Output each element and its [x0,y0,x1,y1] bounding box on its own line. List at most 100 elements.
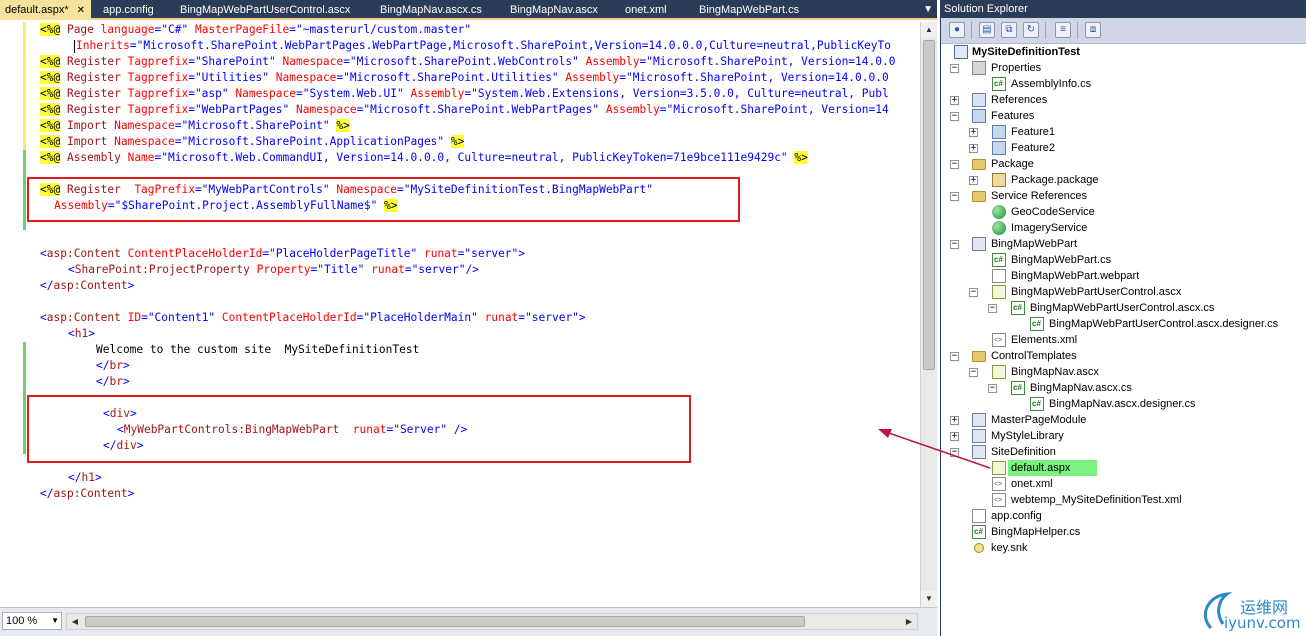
solution-explorer-title: Solution Explorer [941,0,1306,18]
csharp-file-icon [992,76,1006,92]
tree-node-bingmapnav-ascx[interactable]: − BingMapNav.ascx [941,364,1306,380]
expand-icon[interactable]: + [950,432,959,441]
tab-label: default.aspx* [5,4,69,16]
tree-node-key-snk[interactable]: key.snk [941,540,1306,556]
tree-node-bingmapwebpart-cs[interactable]: BingMapWebPart.cs [941,252,1306,268]
tree-node-bingmapwebpart[interactable]: − BingMapWebPart [941,236,1306,252]
csharp-file-icon [992,252,1006,268]
expand-icon[interactable]: + [950,96,959,105]
collapse-icon[interactable]: − [988,304,997,313]
scroll-right-icon[interactable]: ▶ [901,614,917,629]
tree-node-mystylelibrary[interactable]: + MyStyleLibrary [941,428,1306,444]
tree-node-geocodeservice[interactable]: GeoCodeService [941,204,1306,220]
code-line: <%@ Page language="C#" MasterPageFile="~… [40,23,472,36]
code-line: </br> [96,375,130,388]
collapse-icon[interactable]: − [969,288,978,297]
collapse-icon[interactable]: − [950,192,959,201]
tree-node-features[interactable]: − Features [941,108,1306,124]
code-line: <asp:Content ID="Content1" ContentPlaceH… [40,311,586,324]
code-line: <h1> [68,327,95,340]
view-designer-icon[interactable]: ⧈ [1085,22,1101,38]
tree-node-bingmapnav-designer-cs[interactable]: BingMapNav.ascx.designer.cs [941,396,1306,412]
tree-node-usercontrol-ascx-cs[interactable]: − BingMapWebPartUserControl.ascx.cs [941,300,1306,316]
chevron-down-icon[interactable]: ▼ [51,613,59,629]
tree-node-properties[interactable]: − Properties [941,60,1306,76]
collapse-icon[interactable]: − [950,112,959,121]
tree-node-references[interactable]: + References [941,92,1306,108]
ascx-file-icon [992,365,1006,379]
scroll-left-icon[interactable]: ◀ [67,614,83,629]
tree-node-controltemplates[interactable]: − ControlTemplates [941,348,1306,364]
refresh-icon[interactable]: ↻ [1023,22,1039,38]
solution-explorer: Solution Explorer ● ▤ ⧉ ↻ ≡ ⧈ MySiteDefi… [940,0,1306,636]
zoom-select[interactable]: 100 % ▼ [2,612,62,630]
tree-node-elements-xml[interactable]: Elements.xml [941,332,1306,349]
tab-bingmapwebpartusercontrol-ascx[interactable]: BingMapWebPartUserControl.ascx [175,0,350,20]
tree-node-feature2[interactable]: + Feature2 [941,140,1306,156]
collapse-icon[interactable]: − [950,240,959,249]
code-line: <%@ Import Namespace="Microsoft.SharePoi… [40,135,465,148]
tree-node-service-references[interactable]: − Service References [941,188,1306,204]
tree-node-project[interactable]: MySiteDefinitionTest [941,44,1306,60]
tree-node-default-aspx[interactable]: default.aspx [941,460,1306,476]
horizontal-scrollbar[interactable]: ◀ ▶ [66,613,918,630]
collapse-icon[interactable]: − [950,160,959,169]
tree-node-package-package[interactable]: + Package.package [941,172,1306,188]
nest-files-icon[interactable]: ⧉ [1001,22,1017,38]
tree-node-sitedefinition[interactable]: − SiteDefinition [941,444,1306,460]
references-icon [972,93,986,107]
tree-node-bingmapwebpart-webpart[interactable]: BingMapWebPart.webpart [941,268,1306,284]
code-line: </h1> [68,471,102,484]
tree-node-bingmapnav-ascx-cs[interactable]: − BingMapNav.ascx.cs [941,380,1306,396]
scroll-thumb[interactable] [85,616,805,627]
code-line: <%@ Register Tagprefix="Utilities" Names… [40,71,889,84]
tab-bingmapnav-ascx[interactable]: BingMapNav.ascx [505,0,598,20]
zoom-value: 100 % [6,615,38,627]
code-text-area[interactable]: <%@ Page language="C#" MasterPageFile="~… [0,22,920,607]
collapse-icon[interactable]: − [950,352,959,361]
tab-bingmapwebpart-cs[interactable]: BingMapWebPart.cs [694,0,799,20]
collapse-icon[interactable]: − [950,448,959,457]
scroll-up-icon[interactable]: ▲ [921,22,937,38]
collapse-icon[interactable]: − [969,368,978,377]
code-editor[interactable]: default.aspx* ✕ app.config BingMapWebPart… [0,0,937,636]
expand-icon[interactable]: + [969,144,978,153]
key-icon [974,543,984,553]
tree-node-usercontrol-designer-cs[interactable]: BingMapWebPartUserControl.ascx.designer.… [941,316,1306,332]
tree-node-imageryservice[interactable]: ImageryService [941,220,1306,236]
tab-onet-xml[interactable]: onet.xml [620,0,667,20]
tree-node-package[interactable]: − Package [941,156,1306,172]
text-cursor [74,39,75,53]
view-code-icon[interactable]: ≡ [1055,22,1071,38]
expand-icon[interactable]: + [969,128,978,137]
close-icon[interactable]: ✕ [77,5,85,16]
code-line: <%@ Assembly Name="Microsoft.Web.Command… [40,151,808,164]
scroll-down-icon[interactable]: ▼ [921,591,937,607]
folder-icon [972,191,986,202]
collapse-icon[interactable]: − [950,64,959,73]
tree-node-feature1[interactable]: + Feature1 [941,124,1306,140]
show-all-files-icon[interactable]: ▤ [979,22,995,38]
tab-default-aspx[interactable]: default.aspx* ✕ [0,0,91,20]
vertical-scrollbar[interactable]: ▲ ▼ [920,22,937,607]
ascx-file-icon [992,285,1006,299]
expand-icon[interactable]: + [969,176,978,185]
code-line: </br> [96,359,130,372]
tab-bingmapnav-ascx-cs[interactable]: BingMapNav.ascx.cs [375,0,482,20]
csharp-file-icon [1030,316,1044,332]
tree-node-onet-xml[interactable]: onet.xml [941,476,1306,493]
tab-app-config[interactable]: app.config [98,0,154,20]
scroll-thumb[interactable] [923,40,935,370]
collapse-icon[interactable]: − [988,384,997,393]
tree-node-usercontrol-ascx[interactable]: − BingMapWebPartUserControl.ascx [941,284,1306,300]
tree-node-app-config[interactable]: app.config [941,508,1306,524]
aspx-file-icon [992,461,1006,475]
tree-node-assemblyinfo[interactable]: AssemblyInfo.cs [941,76,1306,92]
expand-icon[interactable]: + [950,416,959,425]
properties-icon[interactable]: ● [949,22,965,38]
tree-node-webtemp-xml[interactable]: webtemp_MySiteDefinitionTest.xml [941,492,1306,509]
tab-dropdown-icon[interactable]: ▼ [923,0,933,20]
tree-node-masterpagemodule[interactable]: + MasterPageModule [941,412,1306,428]
changed-lines-marker [23,22,26,158]
tree-node-bingmaphelper-cs[interactable]: BingMapHelper.cs [941,524,1306,540]
